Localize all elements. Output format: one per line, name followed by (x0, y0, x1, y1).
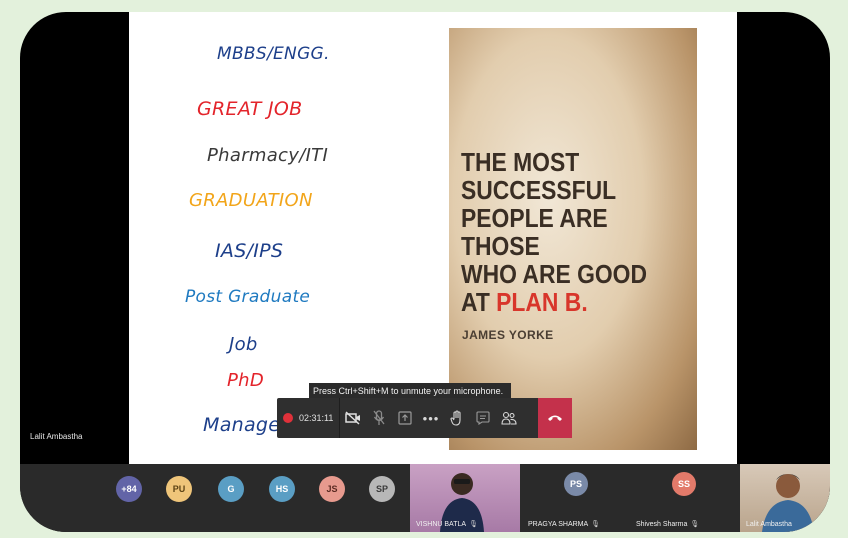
quote-author: JAMES YORKE (462, 328, 554, 342)
camera-off-icon (345, 411, 360, 425)
career-item: Manager (203, 414, 289, 436)
participant-avatar[interactable]: PU (166, 476, 192, 502)
recording-indicator: 02:31:11 (277, 413, 339, 423)
participant-avatar[interactable]: JS (319, 476, 345, 502)
raise-hand-icon (450, 410, 461, 426)
participant-name: VISHNU BATLA 🎙 (416, 521, 478, 528)
presenter-name-label: Lalit Ambastha (30, 432, 83, 441)
meeting-timer: 02:31:11 (299, 413, 334, 423)
unmute-tooltip: Press Ctrl+Shift+M to unmute your microp… (309, 383, 511, 399)
participant-name: Shivesh Sharma 🎙 (636, 521, 700, 528)
career-item: Job (229, 334, 258, 355)
mic-muted-icon (373, 410, 385, 425)
hang-up-icon (548, 415, 562, 421)
career-item: IAS/IPS (215, 240, 284, 262)
share-icon (398, 411, 412, 425)
participant-gallery: +84 PU G HS JS SP VISHNU BATLA 🎙 PS PRAGY… (20, 464, 830, 532)
camera-toggle-button[interactable] (340, 398, 366, 438)
career-item: GRADUATION (189, 190, 313, 211)
overflow-participants-count[interactable]: +84 (116, 476, 142, 502)
meeting-stage: MBBS/ENGG. GREAT JOB Pharmacy/ITI GRADUA… (20, 12, 830, 532)
share-content-button[interactable] (392, 398, 418, 438)
mic-muted-icon: 🎙 (469, 521, 478, 528)
teams-meeting-window: MBBS/ENGG. GREAT JOB Pharmacy/ITI GRADUA… (0, 0, 848, 538)
participant-name: Lalit Ambastha (746, 521, 792, 528)
mic-muted-icon: 🎙 (690, 521, 700, 528)
more-icon: ••• (422, 410, 440, 426)
career-item: Pharmacy/ITI (207, 145, 329, 166)
career-item: MBBS/ENGG. (217, 44, 330, 64)
participant-avatar[interactable]: G (218, 476, 244, 502)
participant-tile[interactable]: PS PRAGYA SHARMA 🎙 (522, 464, 632, 532)
record-dot-icon (283, 413, 293, 423)
career-item: PhD (227, 370, 265, 391)
participant-avatar: PS (564, 472, 588, 496)
more-actions-button[interactable]: ••• (418, 398, 444, 438)
raise-hand-button[interactable] (444, 398, 470, 438)
quote-text: THE MOST SUCCESSFUL PEOPLE ARE THOSE WHO… (461, 147, 648, 317)
participant-video-tile[interactable]: Lalit Ambastha (740, 464, 830, 532)
meeting-controls-toolbar: 02:31:11 ••• (277, 398, 572, 438)
career-item: Post Graduate (185, 287, 311, 307)
participants-icon (501, 411, 517, 425)
participants-button[interactable] (496, 398, 522, 438)
chat-icon (476, 411, 490, 425)
hang-up-button[interactable] (538, 398, 572, 438)
participant-avatar: SS (672, 472, 696, 496)
mic-muted-icon: 🎙 (591, 521, 601, 528)
participant-avatar[interactable]: HS (269, 476, 295, 502)
participant-video-tile[interactable]: VISHNU BATLA 🎙 (410, 464, 520, 532)
participant-avatar[interactable]: SP (369, 476, 395, 502)
participant-tile[interactable]: SS Shivesh Sharma 🎙 (630, 464, 740, 532)
career-item: GREAT JOB (197, 98, 303, 120)
mic-toggle-button[interactable] (366, 398, 392, 438)
quote-highlight: PLAN B. (496, 287, 588, 317)
chat-button[interactable] (470, 398, 496, 438)
participant-name: PRAGYA SHARMA 🎙 (528, 521, 601, 528)
